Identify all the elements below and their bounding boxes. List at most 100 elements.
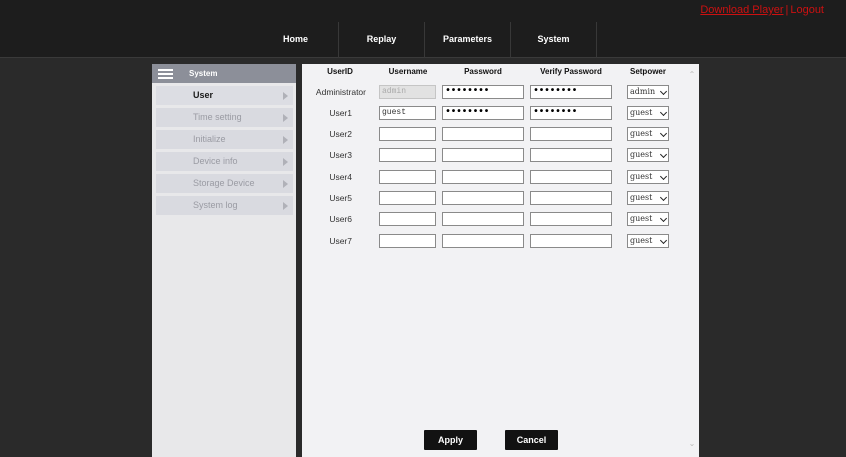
setpower-select[interactable]: guest: [627, 148, 669, 162]
chevron-down-icon: [659, 193, 668, 202]
logout-link[interactable]: Logout: [790, 4, 824, 16]
username-field[interactable]: [379, 212, 436, 226]
username-field[interactable]: [379, 127, 436, 141]
header-userid: UserID: [327, 67, 353, 76]
table-row: User7 guest: [302, 234, 699, 251]
header-username: Username: [388, 67, 428, 76]
sidebar: System User Time setting Initialize Devi…: [152, 64, 296, 457]
top-links: Download Player | Logout: [700, 4, 824, 16]
menu-list-icon: [158, 68, 173, 79]
sidebar-item-storage-device[interactable]: Storage Device: [156, 174, 293, 193]
scroll-down-icon[interactable]: ⌄: [688, 440, 696, 448]
username-field[interactable]: [379, 234, 436, 248]
user-id: Administrator: [315, 87, 366, 97]
cancel-button[interactable]: Cancel: [505, 430, 558, 450]
username-field: admin: [379, 85, 436, 99]
username-field[interactable]: guest: [379, 106, 436, 120]
sidebar-item-system-log[interactable]: System log: [156, 196, 293, 215]
chevron-right-icon: [283, 180, 288, 188]
header-verify-password: Verify Password: [540, 67, 602, 76]
password-field[interactable]: [442, 212, 524, 226]
verify-password-field[interactable]: ••••••••: [530, 85, 612, 99]
top-bar: Download Player | Logout Home Replay Param…: [0, 0, 846, 58]
password-field[interactable]: [442, 127, 524, 141]
sidebar-item-label: User: [193, 90, 214, 100]
chevron-down-icon: [659, 214, 668, 223]
verify-password-field[interactable]: [530, 148, 612, 162]
apply-button[interactable]: Apply: [424, 430, 477, 450]
user-id: User4: [329, 172, 352, 182]
verify-password-field[interactable]: ••••••••: [530, 106, 612, 120]
setpower-value: guest: [630, 193, 653, 202]
password-field[interactable]: ••••••••: [442, 85, 524, 99]
sidebar-item-label: System log: [193, 200, 238, 210]
nav-home[interactable]: Home: [253, 22, 339, 58]
setpower-select[interactable]: guest: [627, 212, 669, 226]
sidebar-header: System: [152, 64, 296, 83]
sidebar-item-initialize[interactable]: Initialize: [156, 130, 293, 149]
password-field[interactable]: [442, 191, 524, 205]
setpower-select[interactable]: guest: [627, 170, 669, 184]
table-row: User3 guest: [302, 148, 699, 165]
setpower-select[interactable]: guest: [627, 127, 669, 141]
setpower-select[interactable]: guest: [627, 191, 669, 205]
username-field[interactable]: [379, 170, 436, 184]
sidebar-item-label: Time setting: [193, 112, 242, 122]
user-id: User1: [329, 108, 352, 118]
verify-password-field[interactable]: [530, 127, 612, 141]
setpower-select[interactable]: admin: [627, 85, 669, 99]
password-field[interactable]: [442, 170, 524, 184]
chevron-down-icon: [659, 172, 668, 181]
chevron-down-icon: [659, 129, 668, 138]
setpower-value: guest: [630, 129, 653, 138]
setpower-value: guest: [630, 236, 653, 245]
verify-password-field[interactable]: [530, 212, 612, 226]
user-id: User2: [329, 129, 352, 139]
setpower-value: guest: [630, 108, 653, 117]
verify-password-field[interactable]: [530, 191, 612, 205]
table-row: User2 guest: [302, 127, 699, 144]
nav-system[interactable]: System: [511, 22, 597, 58]
header-password: Password: [464, 67, 502, 76]
sidebar-item-label: Device info: [193, 156, 238, 166]
chevron-down-icon: [659, 150, 668, 159]
password-field[interactable]: [442, 148, 524, 162]
sidebar-item-time-setting[interactable]: Time setting: [156, 108, 293, 127]
setpower-value: guest: [630, 172, 653, 181]
main-nav: Home Replay Parameters System: [253, 22, 597, 58]
sidebar-title: System: [189, 69, 218, 78]
user-id: User5: [329, 193, 352, 203]
chevron-right-icon: [283, 136, 288, 144]
setpower-value: admin: [630, 87, 656, 96]
setpower-select[interactable]: guest: [627, 106, 669, 120]
password-field[interactable]: ••••••••: [442, 106, 524, 120]
table-row: User5 guest: [302, 191, 699, 208]
verify-password-field[interactable]: [530, 170, 612, 184]
link-separator: |: [785, 4, 789, 16]
nav-parameters[interactable]: Parameters: [425, 22, 511, 58]
sidebar-item-user[interactable]: User: [156, 86, 293, 105]
verify-password-field[interactable]: [530, 234, 612, 248]
sidebar-item-device-info[interactable]: Device info: [156, 152, 293, 171]
username-field[interactable]: [379, 191, 436, 205]
chevron-right-icon: [283, 114, 288, 122]
nav-replay[interactable]: Replay: [339, 22, 425, 58]
download-player-link[interactable]: Download Player: [700, 4, 783, 16]
setpower-value: guest: [630, 214, 653, 223]
header-setpower: Setpower: [629, 67, 666, 76]
chevron-right-icon: [283, 92, 288, 100]
password-field[interactable]: [442, 234, 524, 248]
setpower-select[interactable]: guest: [627, 234, 669, 248]
sidebar-item-label: Storage Device: [193, 178, 255, 188]
chevron-down-icon: [659, 87, 668, 96]
user-id: User7: [329, 236, 352, 246]
table-header: UserID Username Password Verify Password…: [302, 67, 699, 83]
chevron-down-icon: [659, 236, 668, 245]
username-field[interactable]: [379, 148, 436, 162]
sidebar-item-label: Initialize: [193, 134, 226, 144]
user-id: User6: [329, 214, 352, 224]
chevron-right-icon: [283, 202, 288, 210]
chevron-down-icon: [659, 108, 668, 117]
table-row: User4 guest: [302, 170, 699, 187]
table-row: User1 guest •••••••• •••••••• guest: [302, 106, 699, 123]
